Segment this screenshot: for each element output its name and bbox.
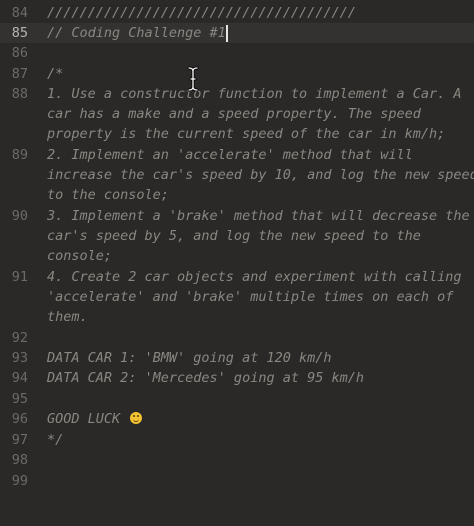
line-text: 3. Implement a 'brake' method that will … bbox=[47, 208, 470, 224]
line-text-wrap: car's speed by 5, and log the new speed … bbox=[47, 228, 421, 244]
editor-line-90[interactable]: 90 3. Implement a 'brake' method that wi… bbox=[0, 206, 474, 266]
line-number: 88 bbox=[11, 86, 28, 102]
line-number: 97 bbox=[11, 432, 28, 448]
editor-line-87[interactable]: 87 /* bbox=[0, 64, 474, 84]
line-text: GOOD LUCK bbox=[47, 409, 143, 429]
line-number: 84 bbox=[11, 5, 28, 21]
editor-line-86[interactable]: 86 bbox=[0, 43, 474, 63]
line-text-wrap: them. bbox=[47, 309, 88, 325]
line-number: 85 bbox=[11, 25, 28, 41]
line-text-wrap: 'accelerate' and 'brake' multiple times … bbox=[47, 289, 454, 305]
line-number: 92 bbox=[11, 330, 28, 346]
text-caret bbox=[226, 25, 228, 42]
line-text: */ bbox=[47, 432, 64, 448]
line-number: 91 bbox=[11, 269, 28, 285]
line-number: 96 bbox=[11, 411, 28, 427]
editor-line-95[interactable]: 95 bbox=[0, 389, 474, 409]
editor-line-85-active[interactable]: 85 // Coding Challenge #1 bbox=[0, 23, 474, 43]
line-text-wrap: to the console; bbox=[47, 187, 169, 203]
line-text: DATA CAR 1: 'BMW' going at 120 km/h bbox=[47, 350, 332, 366]
line-number: 94 bbox=[11, 370, 28, 386]
grinning-face-icon bbox=[130, 412, 143, 424]
line-number: 93 bbox=[11, 350, 28, 366]
line-text: /* bbox=[47, 66, 64, 82]
line-number: 95 bbox=[11, 391, 28, 407]
editor-line-94[interactable]: 94 DATA CAR 2: 'Mercedes' going at 95 km… bbox=[0, 368, 474, 388]
line-text-wrap: increase the car's speed by 10, and log … bbox=[47, 167, 474, 183]
line-text-wrap: console; bbox=[47, 248, 113, 264]
editor-line-91[interactable]: 91 4. Create 2 car objects and experimen… bbox=[0, 267, 474, 327]
line-text-wrap: property is the current speed of the car… bbox=[47, 126, 446, 142]
text-cursor-icon bbox=[187, 66, 199, 92]
line-text: 4. Create 2 car objects and experiment w… bbox=[47, 269, 462, 285]
code-editor[interactable]: 84 /////////////////////////////////////… bbox=[0, 0, 474, 526]
editor-line-99[interactable]: 99 bbox=[0, 471, 474, 491]
editor-line-89[interactable]: 89 2. Implement an 'accelerate' method t… bbox=[0, 145, 474, 205]
line-text: // Coding Challenge #1 bbox=[47, 25, 226, 41]
line-text-wrap: car has a make and a speed property. The… bbox=[47, 106, 421, 122]
editor-line-97[interactable]: 97 */ bbox=[0, 430, 474, 450]
line-number: 98 bbox=[11, 452, 28, 468]
line-number: 89 bbox=[11, 147, 28, 163]
editor-line-96[interactable]: 96 GOOD LUCK bbox=[0, 409, 474, 429]
editor-line-84[interactable]: 84 /////////////////////////////////////… bbox=[0, 3, 474, 23]
line-text: ////////////////////////////////////// bbox=[47, 5, 356, 21]
line-number: 90 bbox=[11, 208, 28, 224]
line-number: 87 bbox=[11, 66, 28, 82]
editor-line-92[interactable]: 92 bbox=[0, 328, 474, 348]
line-number: 99 bbox=[11, 473, 28, 489]
line-number: 86 bbox=[11, 45, 28, 61]
editor-line-88[interactable]: 88 1. Use a constructor function to impl… bbox=[0, 84, 474, 144]
editor-line-93[interactable]: 93 DATA CAR 1: 'BMW' going at 120 km/h bbox=[0, 348, 474, 368]
line-text: 2. Implement an 'accelerate' method that… bbox=[47, 147, 413, 163]
line-text: DATA CAR 2: 'Mercedes' going at 95 km/h bbox=[47, 370, 364, 386]
good-luck-text: GOOD LUCK bbox=[47, 411, 121, 427]
line-text: 1. Use a constructor function to impleme… bbox=[47, 86, 462, 102]
editor-line-98[interactable]: 98 bbox=[0, 450, 474, 470]
